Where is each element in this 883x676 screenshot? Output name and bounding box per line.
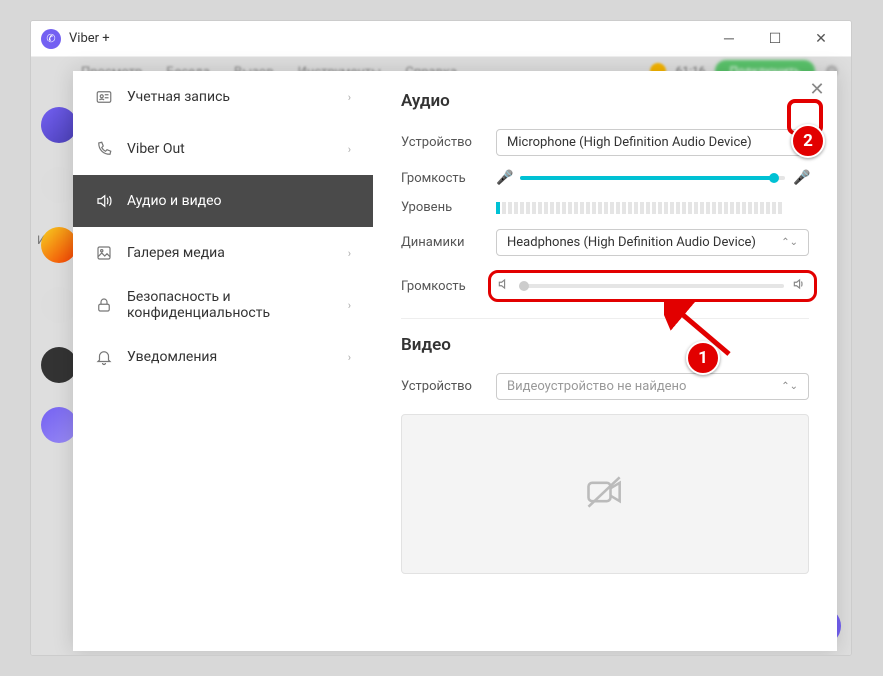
mic-volume-row: Громкость 🎤 🎤 (401, 170, 809, 186)
video-device-label: Устройство (401, 379, 496, 394)
sidebar-item-label: Галерея медиа (127, 245, 225, 261)
mic-volume-slider[interactable] (520, 176, 785, 180)
lock-icon (95, 296, 113, 314)
speakers-device-dropdown[interactable]: Headphones (High Definition Audio Device… (496, 229, 809, 256)
sidebar-item-label: Viber Out (127, 141, 185, 157)
camera-off-icon (583, 470, 627, 518)
sidebar-item-account[interactable]: Учетная запись › (73, 71, 373, 123)
close-window-button[interactable]: ✕ (801, 25, 841, 53)
chevron-right-icon: › (348, 351, 351, 364)
mic-device-value: Microphone (High Definition Audio Device… (507, 135, 752, 150)
speakers-device-row: Динамики Headphones (High Definition Aud… (401, 229, 809, 256)
sidebar-item-media-gallery[interactable]: Галерея медиа › (73, 227, 373, 279)
video-section-header: Видео (401, 335, 809, 355)
mic-volume-label: Громкость (401, 171, 496, 186)
avatar[interactable] (41, 227, 77, 263)
video-device-value: Видеоустройство не найдено (507, 379, 686, 394)
avatar[interactable] (41, 407, 77, 443)
avatar[interactable] (41, 347, 77, 383)
speaker-icon (95, 192, 113, 210)
gallery-icon (95, 244, 113, 262)
mic-level-meter (496, 202, 809, 214)
avatar[interactable] (41, 167, 77, 203)
chevron-updown-icon: ⌃⌄ (781, 382, 798, 392)
mic-high-icon: 🎤 (793, 170, 809, 186)
sidebar-item-label: Уведомления (127, 349, 217, 365)
mic-device-row: Устройство Microphone (High Definition A… (401, 129, 809, 156)
avatar[interactable] (41, 287, 77, 323)
chevron-right-icon: › (348, 299, 351, 312)
viber-logo-icon: ✆ (41, 29, 61, 49)
phone-icon (95, 140, 113, 158)
id-card-icon (95, 88, 113, 106)
mic-level-label: Уровень (401, 200, 496, 215)
speaker-low-icon (497, 277, 513, 295)
chevron-updown-icon: ⌃⌄ (781, 238, 798, 248)
chevron-right-icon: › (348, 247, 351, 260)
speakers-volume-slider[interactable] (521, 284, 784, 288)
settings-panel: ✕ Учетная запись › Viber Out › А (73, 71, 837, 651)
maximize-button[interactable]: ☐ (755, 25, 795, 53)
close-panel-button[interactable]: ✕ (805, 77, 829, 101)
speakers-device-value: Headphones (High Definition Audio Device… (507, 235, 756, 250)
settings-sidebar: Учетная запись › Viber Out › Аудио и вид… (73, 71, 373, 651)
sidebar-item-label: Аудио и видео (127, 193, 222, 209)
chevron-right-icon: › (348, 143, 351, 156)
sidebar-item-viber-out[interactable]: Viber Out › (73, 123, 373, 175)
titlebar: ✆ Viber + ─ ☐ ✕ (31, 21, 851, 57)
chevron-right-icon: › (348, 91, 351, 104)
audio-section-header: Аудио (401, 91, 809, 111)
mic-device-dropdown[interactable]: Microphone (High Definition Audio Device… (496, 129, 809, 156)
section-divider (401, 318, 809, 319)
speaker-high-icon (792, 277, 808, 295)
bell-icon (95, 348, 113, 366)
avatar[interactable] (41, 107, 77, 143)
video-preview (401, 414, 809, 574)
speakers-volume-label: Громкость (401, 279, 496, 294)
settings-content: Аудио Устройство Microphone (High Defini… (373, 71, 837, 651)
sidebar-item-label: Безопасность и конфиденциальность (127, 289, 334, 321)
app-window: ✆ Viber + ─ ☐ ✕ Просмотр Беседа Вызов Ин… (30, 20, 852, 656)
speakers-device-label: Динамики (401, 235, 496, 250)
mic-device-label: Устройство (401, 135, 496, 150)
mic-level-row: Уровень (401, 200, 809, 215)
video-device-dropdown[interactable]: Видеоустройство не найдено ⌃⌄ (496, 373, 809, 400)
window-title: Viber + (69, 31, 110, 46)
tutorial-marker-1: 1 (686, 341, 720, 375)
minimize-button[interactable]: ─ (709, 25, 749, 53)
tutorial-highlight-volume (488, 270, 817, 302)
sidebar-item-audio-video[interactable]: Аудио и видео (73, 175, 373, 227)
mic-low-icon: 🎤 (496, 170, 512, 186)
sidebar-item-label: Учетная запись (127, 89, 230, 105)
video-device-row: Устройство Видеоустройство не найдено ⌃⌄ (401, 373, 809, 400)
sidebar-item-security[interactable]: Безопасность и конфиденциальность › (73, 279, 373, 331)
speakers-volume-row: Громкость (401, 270, 809, 302)
sidebar-item-notifications[interactable]: Уведомления › (73, 331, 373, 383)
tutorial-marker-2: 2 (791, 124, 825, 158)
